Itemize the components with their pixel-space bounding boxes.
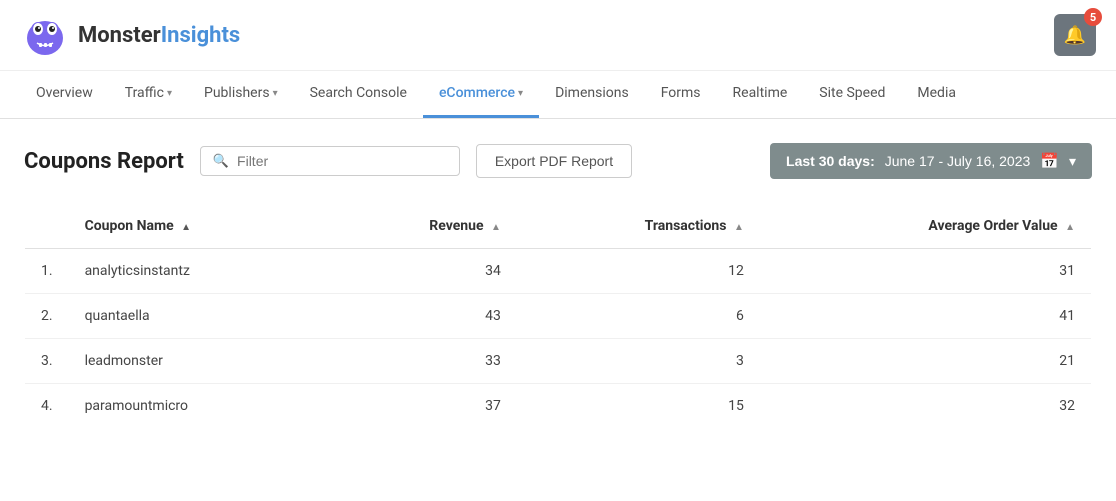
nav-label-publishers: Publishers [204, 85, 270, 101]
report-title: Coupons Report [24, 149, 184, 174]
cell-avg-order-value: 32 [760, 384, 1092, 429]
nav-label-site-speed: Site Speed [819, 85, 885, 101]
nav-item-publishers[interactable]: Publishers ▾ [188, 71, 294, 118]
main-content: Coupons Report 🔍 Export PDF Report Last … [0, 119, 1116, 453]
nav-item-media[interactable]: Media [901, 71, 972, 118]
logo-area: MonsterInsights [20, 10, 240, 60]
nav-item-site-speed[interactable]: Site Speed [803, 71, 901, 118]
publishers-arrow-icon: ▾ [273, 88, 278, 99]
nav-label-traffic: Traffic [125, 85, 164, 101]
search-icon: 🔍 [213, 154, 229, 169]
filter-input-wrap[interactable]: 🔍 [200, 146, 460, 176]
cell-transactions: 3 [517, 339, 760, 384]
nav-label-media: Media [917, 85, 956, 101]
nav-item-traffic[interactable]: Traffic ▾ [109, 71, 188, 118]
date-range-button[interactable]: Last 30 days: June 17 - July 16, 2023 📅 … [770, 143, 1092, 179]
cell-coupon-name: leadmonster [69, 339, 325, 384]
date-dropdown-arrow-icon: ▾ [1069, 153, 1076, 170]
transactions-sort-icon: ▲ [734, 222, 744, 233]
app-title: MonsterInsights [78, 23, 240, 48]
row-num: 3. [25, 339, 69, 384]
th-avg-order-value[interactable]: Average Order Value ▲ [760, 204, 1092, 249]
cell-revenue: 37 [325, 384, 517, 429]
cell-revenue: 43 [325, 294, 517, 339]
th-coupon-name[interactable]: Coupon Name ▲ [69, 204, 325, 249]
nav-item-ecommerce[interactable]: eCommerce ▾ [423, 71, 539, 118]
monster-logo-icon [20, 10, 70, 60]
table-row: 1. analyticsinstantz 34 12 31 [25, 249, 1092, 294]
nav-label-forms: Forms [661, 85, 701, 101]
export-pdf-button[interactable]: Export PDF Report [476, 144, 632, 178]
nav-item-search-console[interactable]: Search Console [294, 71, 423, 118]
row-num: 1. [25, 249, 69, 294]
th-num [25, 204, 69, 249]
row-num: 4. [25, 384, 69, 429]
table-header-row: Coupon Name ▲ Revenue ▲ Transactions ▲ A… [25, 204, 1092, 249]
notification-area[interactable]: 🔔 5 [1054, 14, 1096, 56]
filter-input[interactable] [237, 153, 447, 169]
th-transactions[interactable]: Transactions ▲ [517, 204, 760, 249]
table-row: 2. quantaella 43 6 41 [25, 294, 1092, 339]
date-range-label-range: June 17 - July 16, 2023 [885, 153, 1031, 169]
date-range-label-bold: Last 30 days: [786, 153, 875, 169]
th-revenue[interactable]: Revenue ▲ [325, 204, 517, 249]
app-header: MonsterInsights 🔔 5 [0, 0, 1116, 71]
cell-avg-order-value: 21 [760, 339, 1092, 384]
ecommerce-arrow-icon: ▾ [518, 88, 523, 99]
cell-revenue: 34 [325, 249, 517, 294]
traffic-arrow-icon: ▾ [167, 88, 172, 99]
nav-item-dimensions[interactable]: Dimensions [539, 71, 645, 118]
main-nav: Overview Traffic ▾ Publishers ▾ Search C… [0, 71, 1116, 119]
cell-coupon-name: paramountmicro [69, 384, 325, 429]
cell-transactions: 15 [517, 384, 760, 429]
bell-icon: 🔔 [1064, 25, 1086, 46]
nav-label-dimensions: Dimensions [555, 85, 629, 101]
coupons-table: Coupon Name ▲ Revenue ▲ Transactions ▲ A… [24, 203, 1092, 429]
report-header: Coupons Report 🔍 Export PDF Report Last … [24, 143, 1092, 179]
cell-revenue: 33 [325, 339, 517, 384]
nav-item-realtime[interactable]: Realtime [717, 71, 804, 118]
table-row: 3. leadmonster 33 3 21 [25, 339, 1092, 384]
coupon-name-sort-icon: ▲ [181, 222, 191, 233]
nav-item-overview[interactable]: Overview [20, 71, 109, 118]
nav-label-ecommerce: eCommerce [439, 85, 515, 101]
cell-transactions: 6 [517, 294, 760, 339]
cell-avg-order-value: 31 [760, 249, 1092, 294]
nav-label-search-console: Search Console [310, 85, 407, 101]
revenue-sort-icon: ▲ [491, 222, 501, 233]
calendar-icon: 📅 [1040, 152, 1059, 170]
cell-coupon-name: analyticsinstantz [69, 249, 325, 294]
row-num: 2. [25, 294, 69, 339]
avg-order-sort-icon: ▲ [1065, 222, 1075, 233]
table-row: 4. paramountmicro 37 15 32 [25, 384, 1092, 429]
cell-transactions: 12 [517, 249, 760, 294]
notification-badge: 5 [1084, 8, 1102, 26]
nav-label-realtime: Realtime [733, 85, 788, 101]
nav-label-overview: Overview [36, 85, 93, 101]
nav-item-forms[interactable]: Forms [645, 71, 717, 118]
cell-avg-order-value: 41 [760, 294, 1092, 339]
cell-coupon-name: quantaella [69, 294, 325, 339]
